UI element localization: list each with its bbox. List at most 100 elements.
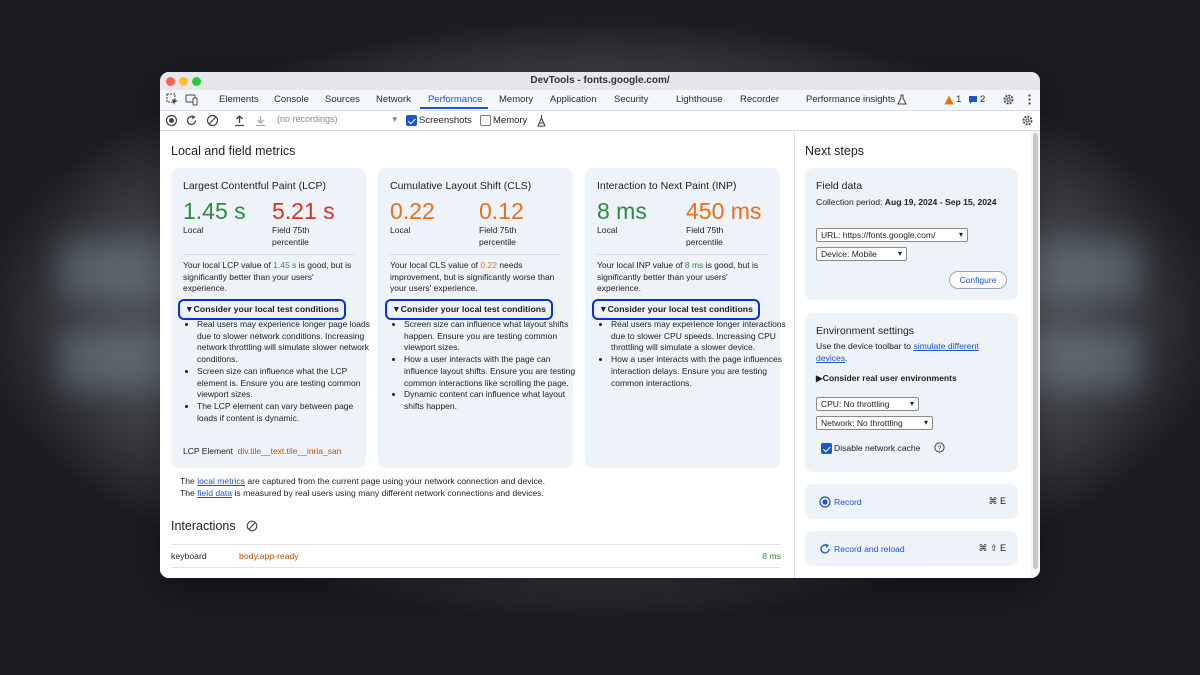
message-icon[interactable] xyxy=(968,95,978,105)
record-button[interactable]: Record xyxy=(834,496,862,508)
record-icon[interactable] xyxy=(165,114,178,127)
real-user-environments-toggle[interactable]: ▶Consider real user environments xyxy=(816,372,957,384)
list-item: The LCP element can vary between page lo… xyxy=(197,401,375,424)
interaction-type: keyboard xyxy=(171,551,207,561)
metrics-panel: Local and field metrics Largest Contentf… xyxy=(160,131,793,578)
tab-sources[interactable]: Sources xyxy=(325,94,360,105)
inspect-element-icon[interactable] xyxy=(166,93,179,106)
svg-text:?: ? xyxy=(938,445,942,452)
details-toggle[interactable]: ▼Consider your local test conditions xyxy=(592,299,760,320)
more-options-icon[interactable] xyxy=(1023,93,1036,106)
screenshots-checkbox[interactable] xyxy=(406,115,417,126)
title-bar: DevTools - fonts.google.com/ xyxy=(160,72,1040,90)
details-label: Consider your local test conditions xyxy=(607,304,753,314)
upload-icon[interactable] xyxy=(233,114,246,127)
details-toggle[interactable]: ▼Consider your local test conditions xyxy=(385,299,553,320)
tab-recorder[interactable]: Recorder xyxy=(740,94,779,105)
description-value: 8 ms xyxy=(684,260,704,270)
recordings-select[interactable]: (no recordings) ▾ xyxy=(277,114,397,127)
local-value: 0.22 xyxy=(390,198,435,224)
local-metrics-link[interactable]: local metrics xyxy=(197,476,245,486)
list-item: Screen size can influence what the LCP e… xyxy=(197,366,375,401)
divider xyxy=(597,254,768,255)
interaction-target[interactable]: body.app-ready xyxy=(239,551,299,561)
lcp-element-row: LCP Element div.tile__text.tile__inria_s… xyxy=(183,446,341,456)
devtools-window: DevTools - fonts.google.com/ Elements Co… xyxy=(160,72,1040,578)
garbage-collect-icon[interactable] xyxy=(535,114,548,127)
tab-network[interactable]: Network xyxy=(376,94,411,105)
tab-elements[interactable]: Elements xyxy=(219,94,259,105)
description-text: Your local INP value of xyxy=(597,260,685,270)
clear-icon[interactable] xyxy=(206,114,219,127)
tab-security[interactable]: Security xyxy=(614,94,648,105)
url-select[interactable]: URL: https://fonts.google.com/ xyxy=(816,228,968,242)
details-toggle[interactable]: ▼Consider your local test conditions xyxy=(178,299,346,320)
interactions-title: Interactions xyxy=(171,519,236,533)
tab-lighthouse[interactable]: Lighthouse xyxy=(676,94,722,105)
metric-description: Your local CLS value of 0.22 needs impro… xyxy=(390,260,562,295)
configure-button[interactable]: Configure xyxy=(949,271,1007,289)
metric-description: Your local INP value of 8 ms is good, bu… xyxy=(597,260,769,295)
clear-interactions-icon[interactable] xyxy=(246,520,258,532)
field-label: Field 75th percentile xyxy=(479,224,516,248)
warning-count[interactable]: 1 xyxy=(956,94,961,105)
list-item: How a user interacts with the page can i… xyxy=(404,354,582,389)
tab-performance-insights[interactable]: Performance insights xyxy=(806,94,895,105)
lcp-element-label: LCP Element xyxy=(183,446,233,456)
card-title: Largest Contentful Paint (LCP) xyxy=(183,180,326,192)
device-toolbar-icon[interactable] xyxy=(185,93,198,106)
field-label-line: Field 75th xyxy=(686,225,724,235)
list-item: Real users may experience longer interac… xyxy=(611,319,789,354)
collection-period-value: Aug 19, 2024 - Sep 15, 2024 xyxy=(884,197,997,207)
field-data-link[interactable]: field data xyxy=(197,488,232,498)
reload-icon[interactable] xyxy=(185,114,198,127)
collection-period: Collection period: Aug 19, 2024 - Sep 15… xyxy=(816,196,1006,208)
conditions-list: Real users may experience longer interac… xyxy=(597,319,789,389)
note-text: are captured from the current page using… xyxy=(244,476,545,486)
field-label-line: Field 75th xyxy=(272,225,310,235)
note-text: is measured by real users using many dif… xyxy=(232,488,544,498)
divider xyxy=(390,254,561,255)
env-text: Use the device toolbar to xyxy=(816,341,914,351)
memory-checkbox[interactable] xyxy=(480,115,491,126)
list-item: How a user interacts with the page influ… xyxy=(611,354,789,389)
memory-label: Memory xyxy=(493,115,528,126)
record-panel[interactable]: Record ⌘ E xyxy=(805,484,1018,519)
record-and-reload-button[interactable]: Record and reload xyxy=(834,543,905,555)
field-value: 0.12 xyxy=(479,198,524,224)
reload-icon xyxy=(820,543,830,554)
cls-card: Cumulative Layout Shift (CLS) 0.22 Local… xyxy=(378,168,575,468)
description-value: 1.45 s xyxy=(273,260,297,270)
record-shortcut: ⌘ E xyxy=(988,496,1006,506)
capture-settings-icon[interactable] xyxy=(1021,114,1034,127)
cpu-throttling-select[interactable]: CPU: No throttling xyxy=(816,397,919,411)
tab-performance[interactable]: Performance xyxy=(428,94,482,105)
scrollbar-thumb[interactable] xyxy=(1033,133,1038,569)
description-text: Your local LCP value of xyxy=(183,260,274,270)
list-item: Screen size can influence what layout sh… xyxy=(404,319,582,354)
message-count[interactable]: 2 xyxy=(980,94,985,105)
download-icon xyxy=(256,116,265,127)
help-icon[interactable]: ? xyxy=(934,442,945,453)
record-reload-panel[interactable]: Record and reload ⌘ ⇧ E xyxy=(805,531,1018,566)
warning-icon[interactable] xyxy=(944,95,954,105)
panel-tab-bar: Elements Console Sources Network Perform… xyxy=(160,90,1040,111)
device-select[interactable]: Device: Mobile xyxy=(816,247,907,261)
inp-card: Interaction to Next Paint (INP) 8 ms Loc… xyxy=(585,168,786,468)
settings-gear-icon[interactable] xyxy=(1002,93,1015,106)
vertical-scrollbar[interactable] xyxy=(1031,131,1040,578)
experiment-flask-icon xyxy=(897,94,907,105)
lcp-card: Largest Contentful Paint (LCP) 1.45 s Lo… xyxy=(171,168,370,468)
conditions-list: Screen size can influence what layout sh… xyxy=(390,319,582,413)
field-label-line: percentile xyxy=(686,237,723,247)
disable-cache-checkbox[interactable] xyxy=(821,443,832,454)
tab-application[interactable]: Application xyxy=(550,94,596,105)
network-throttling-select[interactable]: Network: No throttling xyxy=(816,416,933,430)
table-row[interactable]: keyboard body.app-ready 8 ms xyxy=(171,544,781,568)
card-title: Cumulative Layout Shift (CLS) xyxy=(390,180,532,192)
triangle-right-icon: ▶ xyxy=(816,373,823,383)
triangle-down-icon: ▼ xyxy=(392,304,401,314)
tab-console[interactable]: Console xyxy=(274,94,309,105)
lcp-element-link[interactable]: div.tile__text.tile__inria_san xyxy=(238,446,342,456)
tab-memory[interactable]: Memory xyxy=(499,94,533,105)
